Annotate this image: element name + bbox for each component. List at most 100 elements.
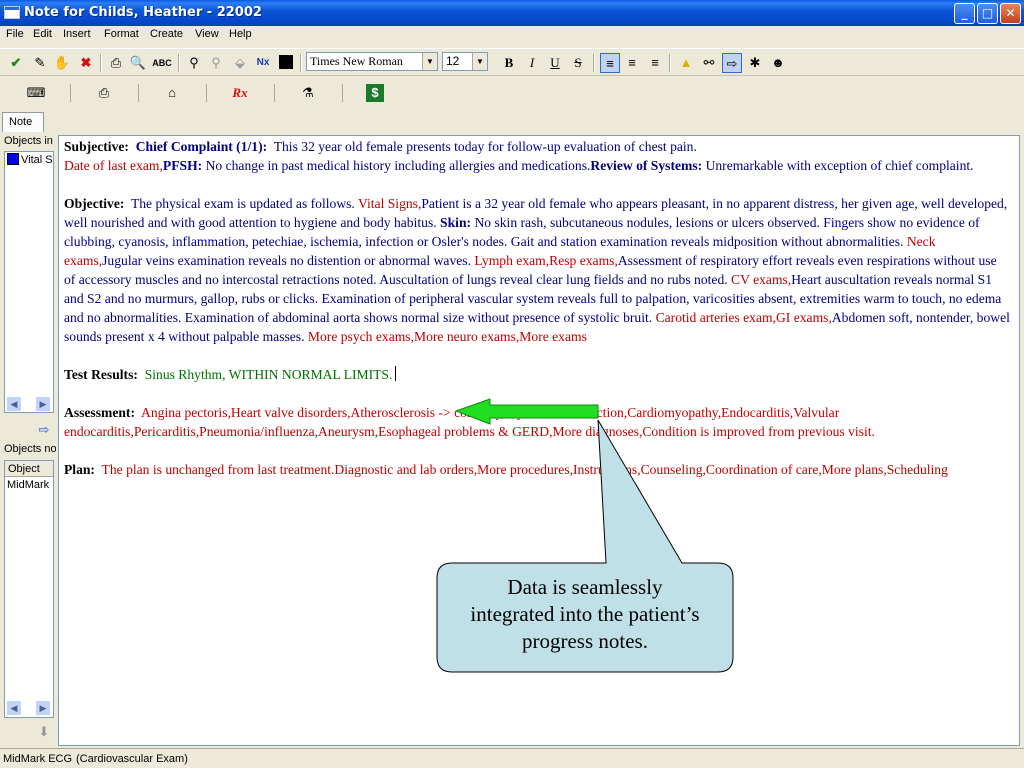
toolbar-separator [274,84,275,102]
italic-button[interactable]: I [522,53,542,73]
format-painter-icon[interactable]: ⚲ [184,53,204,73]
printer-icon[interactable]: ⎙ [94,84,114,102]
menu-format[interactable]: Format [104,28,139,40]
toolbar-separator [593,54,595,72]
menu-edit[interactable]: Edit [33,28,52,40]
menu-bar: File Edit Insert Format Create View Help [0,26,1024,44]
tab-note[interactable]: Note [2,112,44,132]
toolbar-separator [300,54,302,72]
color-picker-icon[interactable] [276,53,296,73]
spellcheck-icon[interactable]: ABC [152,53,172,73]
copy-format-icon[interactable]: ⚲ [206,53,226,73]
home-icon[interactable]: ⌂ [162,84,182,102]
menu-create[interactable]: Create [150,28,183,40]
more-exams-link[interactable]: More psych exams,More neuro exams,More e… [308,329,587,344]
toolbar-separator [206,84,207,102]
scroll-left-icon[interactable]: ◀ [6,396,22,412]
plan-text[interactable]: The plan is unchanged from last treatmen… [102,462,948,477]
chief-complaint-text: This 32 year old female presents today f… [273,139,697,154]
strikethrough-button[interactable]: S [568,53,588,73]
pfsh-text: No change in past medical history includ… [205,158,591,173]
warning-icon[interactable]: ▲ [676,53,696,73]
assessment-text[interactable]: Angina pectoris,Heart valve disorders,At… [64,405,875,439]
stamp-icon[interactable]: ⬙ [230,53,250,73]
toolbar-separator [100,54,102,72]
color-swatch-icon [7,153,19,165]
list-item[interactable]: MidMark ECG [5,477,53,493]
objects-in-note-list[interactable]: Vital Signs [4,151,54,413]
underline-button[interactable]: U [545,53,565,73]
lab-icon[interactable]: ⚗ [298,84,318,102]
cv-exams-link[interactable]: CV exams, [731,272,791,287]
rx-format-icon[interactable]: Nx [253,53,273,73]
close-button[interactable]: ✕ [1000,3,1021,24]
font-size-select[interactable]: 12 ▼ [442,52,488,71]
print-preview-icon[interactable]: 🔍 [128,53,148,73]
bold-button[interactable]: B [499,53,519,73]
rx-icon[interactable]: Rx [230,84,250,102]
edit-note-icon[interactable]: ✎ [30,53,50,73]
subjective-section: Subjective: Chief Complaint (1/1): This … [64,137,1011,175]
chevron-down-icon[interactable]: ▼ [472,53,487,70]
binoculars-icon[interactable]: ⚯ [699,53,719,73]
menu-insert[interactable]: Insert [63,28,91,40]
date-last-exam-link[interactable]: Date of last exam, [64,158,163,173]
pfsh-label: PFSH: [162,158,203,173]
column-header[interactable]: Object [5,461,53,477]
navigation-toolbar: ⌨ ⎙ ⌂ Rx ⚗ $ [0,80,1024,106]
minimize-button[interactable]: _ [954,3,975,24]
objects-not-in-note-list[interactable]: Object MidMark ECG [4,460,54,718]
check-icon[interactable]: ✔ [6,53,26,73]
toolbar-separator [669,54,671,72]
assistant-icon[interactable]: ☻ [768,53,788,73]
status-exam: (Cardiovascular Exam) [76,753,188,765]
billing-icon[interactable]: $ [366,84,384,102]
print-icon[interactable]: ⎙ [106,53,126,73]
toolbar-separator [70,84,71,102]
window-title: Note for Childs, Heather - 22002 [24,5,262,20]
carotid-gi-exams-link[interactable]: Carotid arteries exam,GI exams, [656,310,832,325]
menu-help[interactable]: Help [229,28,252,40]
vital-signs-link[interactable]: Vital Signs, [358,196,421,211]
align-left-icon[interactable]: ≡ [600,53,620,73]
title-bar[interactable]: Note for Childs, Heather - 22002 _ □ ✕ [0,0,1024,26]
objects-in-note-label: Objects in Note [4,135,56,147]
move-to-note-icon[interactable]: ⇨ [34,420,54,440]
menu-file[interactable]: File [6,28,24,40]
ros-label: Review of Systems: [590,158,703,173]
scroll-right-icon[interactable]: ▶ [35,700,51,716]
skin-label: Skin: [440,215,472,230]
hand-icon[interactable]: ✋ [52,53,72,73]
plan-section: Plan: The plan is unchanged from last tr… [64,460,1011,479]
toolbar-separator [138,84,139,102]
list-item[interactable]: Vital Signs [5,152,53,168]
lymph-resp-exams-link[interactable]: Lymph exam,Resp exams, [474,253,617,268]
scroll-right-icon[interactable]: ▶ [35,396,51,412]
test-results-text[interactable]: Sinus Rhythm, WITHIN NORMAL LIMITS. [145,367,393,382]
insert-data-icon[interactable]: ⇨ [722,53,742,73]
maximize-button[interactable]: □ [977,3,998,24]
objective-text: Jugular veins examination reveals no dis… [102,253,471,268]
status-bar: MidMark ECG (Cardiovascular Exam) [0,748,1024,768]
pointer-icon[interactable]: ✱ [745,53,765,73]
section-label: Objective: [64,196,125,211]
ros-text: Unremarkable with exception of chief com… [705,158,974,173]
chief-complaint-label: Chief Complaint (1/1): [135,139,268,154]
test-results-section: Test Results: Sinus Rhythm, WITHIN NORMA… [64,365,1011,384]
align-center-icon[interactable]: ≡ [622,53,642,73]
align-right-icon[interactable]: ≡ [645,53,665,73]
delete-icon[interactable]: ✖ [76,53,96,73]
pin-icon[interactable]: ⬇ [34,722,54,742]
assessment-section: Assessment: Angina pectoris,Heart valve … [64,403,1011,441]
objective-text: The physical exam is updated as follows. [130,196,355,211]
chevron-down-icon[interactable]: ▼ [422,53,437,70]
toolbar-separator [342,84,343,102]
formatting-toolbar: ✔ ✎ ✋ ✖ ⎙ 🔍 ABC ⚲ ⚲ ⬙ Nx B I U S ≡ ≡ ≡ ▲… [0,48,1024,76]
status-object: MidMark ECG [3,753,73,765]
callout-text: Data is seamlessly integrated into the p… [470,575,700,653]
keyboard-icon[interactable]: ⌨ [26,84,46,102]
font-family-select[interactable]: Times New Roman ▼ [306,52,438,71]
scroll-left-icon[interactable]: ◀ [6,700,22,716]
section-label: Assessment: [64,405,135,420]
menu-view[interactable]: View [195,28,219,40]
